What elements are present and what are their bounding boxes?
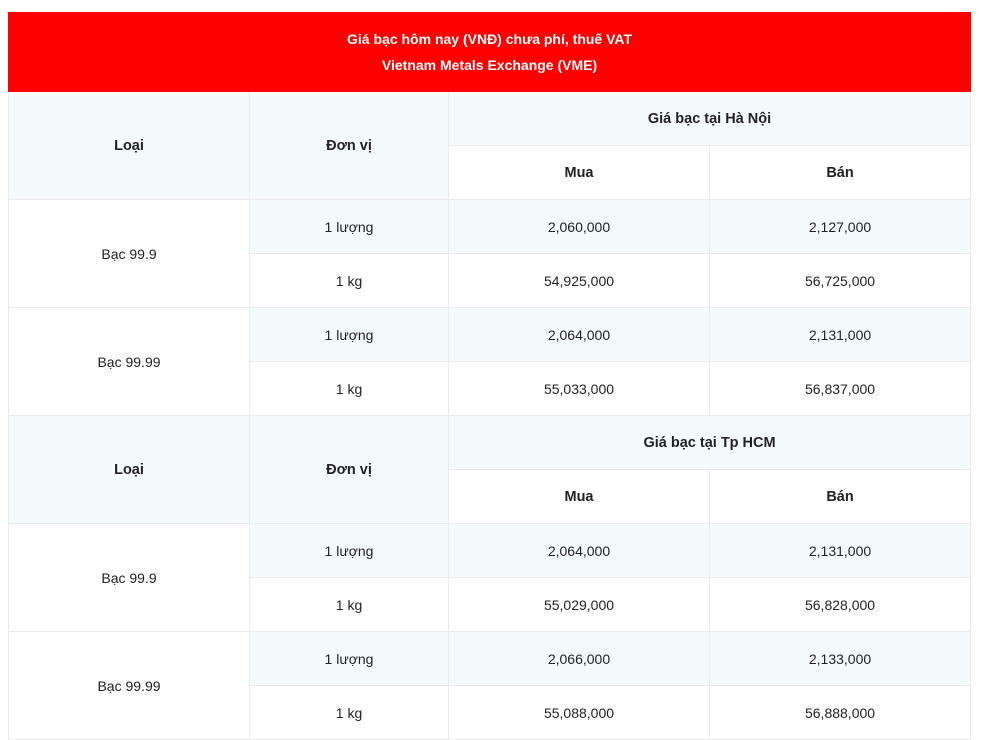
table-title-line1: Giá bạc hôm nay (VNĐ) chưa phí, thuế VAT (347, 31, 633, 47)
table-title-line2: Vietnam Metals Exchange (VME) (381, 57, 598, 73)
buy-price-cell: 2,064,000 (448, 523, 710, 578)
unit-cell: 1 lượng (249, 631, 449, 686)
column-header-unit: Đơn vị (249, 415, 449, 524)
column-header-sell: Bán (708, 469, 972, 524)
sell-price-cell: 2,131,000 (708, 307, 972, 362)
unit-cell: 1 lượng (249, 307, 449, 362)
sell-price-cell: 2,131,000 (708, 523, 972, 578)
table-title: Giá bạc hôm nay (VNĐ) chưa phí, thuế VAT… (7, 12, 972, 92)
table-row: Bạc 99.9 1 lượng 2,064,000 2,131,000 (8, 523, 972, 632)
sell-price-cell: 56,888,000 (708, 685, 972, 740)
unit-cell: 1 lượng (249, 199, 449, 254)
buy-price-cell: 55,088,000 (448, 685, 710, 740)
sell-price-cell: 56,837,000 (708, 361, 972, 416)
buy-price-cell: 2,066,000 (448, 631, 710, 686)
buy-price-cell: 2,064,000 (448, 307, 710, 362)
sell-price-cell: 56,828,000 (708, 577, 972, 632)
unit-cell: 1 kg (249, 361, 449, 416)
table-row: Bạc 99.99 1 lượng 2,066,000 2,133,000 (8, 631, 972, 740)
sell-price-cell: 56,725,000 (708, 253, 972, 308)
column-header-unit: Đơn vị (249, 91, 449, 200)
silver-type-cell: Bạc 99.99 (8, 631, 250, 740)
sell-price-cell: 2,133,000 (708, 631, 972, 686)
column-header-type: Loại (8, 91, 250, 200)
location-header-hanoi: Giá bạc tại Hà Nội (447, 91, 972, 146)
buy-price-cell: 55,033,000 (448, 361, 710, 416)
buy-price-cell: 54,925,000 (448, 253, 710, 308)
column-header-sell: Bán (708, 145, 972, 200)
column-header-type: Loại (8, 415, 250, 524)
table-row: Bạc 99.99 1 lượng 2,064,000 2,131,000 (8, 307, 972, 416)
location-header-hcm: Giá bạc tại Tp HCM (447, 415, 972, 470)
silver-type-cell: Bạc 99.99 (8, 307, 250, 416)
unit-cell: 1 kg (249, 253, 449, 308)
unit-cell: 1 kg (249, 577, 449, 632)
silver-price-table-container: Giá bạc hôm nay (VNĐ) chưa phí, thuế VAT… (7, 12, 972, 740)
silver-type-cell: Bạc 99.9 (8, 523, 250, 632)
silver-price-table: Giá bạc hôm nay (VNĐ) chưa phí, thuế VAT… (7, 12, 972, 740)
buy-price-cell: 55,029,000 (448, 577, 710, 632)
column-header-buy: Mua (448, 469, 710, 524)
column-header-buy: Mua (448, 145, 710, 200)
silver-type-cell: Bạc 99.9 (8, 199, 250, 308)
table-row: Bạc 99.9 1 lượng 2,060,000 2,127,000 (8, 199, 972, 308)
unit-cell: 1 kg (249, 685, 449, 740)
unit-cell: 1 lượng (249, 523, 449, 578)
buy-price-cell: 2,060,000 (448, 199, 710, 254)
sell-price-cell: 2,127,000 (708, 199, 972, 254)
